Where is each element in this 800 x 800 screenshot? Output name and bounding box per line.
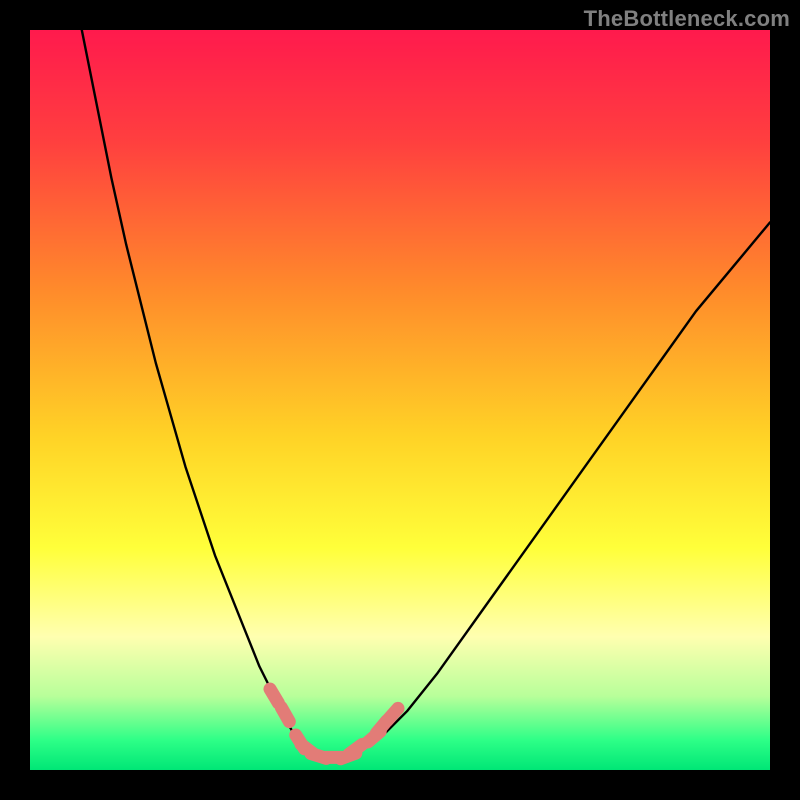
watermark-text: TheBottleneck.com: [584, 6, 790, 32]
chart-frame: TheBottleneck.com: [0, 0, 800, 800]
marker-dot: [387, 708, 398, 720]
gradient-background: [30, 30, 770, 770]
marker-dot: [281, 707, 289, 721]
chart-svg: [30, 30, 770, 770]
marker-dot: [270, 689, 278, 703]
marker-dot: [349, 744, 362, 754]
plot-area: [30, 30, 770, 770]
